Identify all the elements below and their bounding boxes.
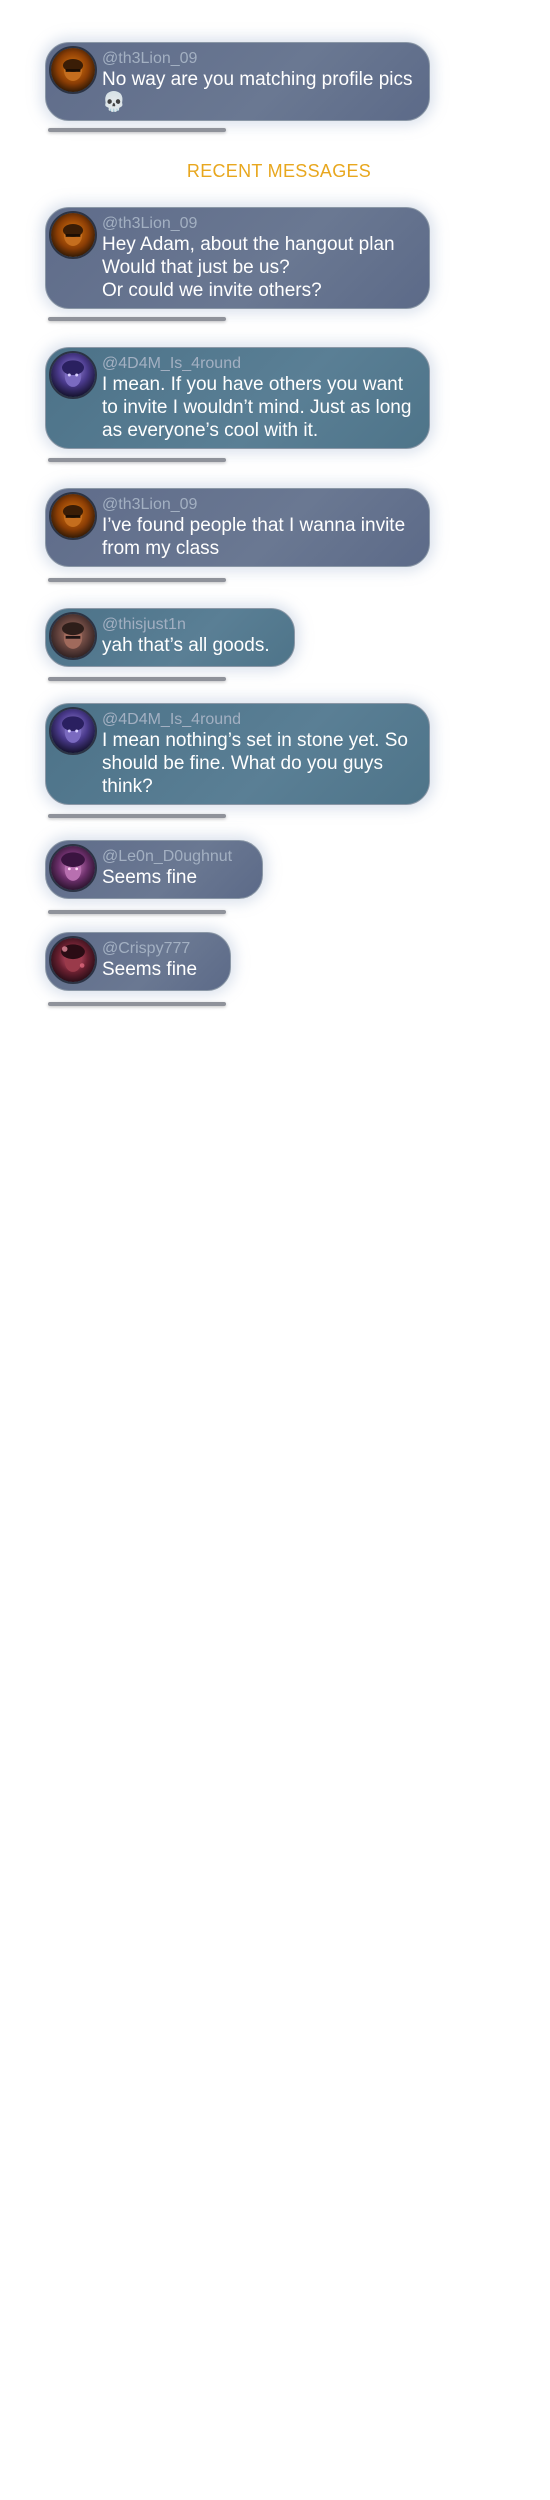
message-text: No way are you matching profile pics 💀 [102, 69, 413, 113]
message-item[interactable]: @Le0n_D0ughnut Seems fine [45, 840, 263, 899]
message-divider [48, 910, 226, 914]
message-username[interactable]: @4D4M_Is_4round [102, 355, 421, 373]
message-text: Seems fine [102, 867, 198, 888]
message-item[interactable]: @thisjust1n yah that’s all goods. [45, 608, 295, 667]
message-item[interactable]: @th3Lion_09 Hey Adam, about the hangout … [45, 207, 430, 309]
message-divider [48, 1002, 226, 1006]
message-item[interactable]: @Crispy777 Seems fine [45, 932, 231, 991]
message-divider [48, 814, 226, 818]
lion-avatar-icon[interactable] [49, 211, 97, 259]
message-text: yah that’s all goods. [102, 635, 270, 656]
message-username[interactable]: @th3Lion_09 [102, 496, 421, 514]
recent-messages-header: RECENT MESSAGES [186, 161, 372, 181]
message-divider [48, 458, 226, 462]
message-item[interactable]: @th3Lion_09 I’ve found people that I wan… [45, 488, 430, 567]
message-divider [48, 317, 226, 321]
message-username[interactable]: @th3Lion_09 [102, 50, 421, 68]
adam-avatar-icon[interactable] [49, 351, 97, 399]
message-divider [48, 128, 226, 132]
pinned-message[interactable]: @th3Lion_09 No way are you matching prof… [45, 42, 430, 121]
lion-avatar-icon[interactable] [49, 46, 97, 94]
lion-avatar-icon[interactable] [49, 492, 97, 540]
adam-avatar-icon[interactable] [49, 707, 97, 755]
crispy-avatar-icon[interactable] [49, 936, 97, 984]
message-text: Hey Adam, about the hangout plan Would t… [102, 234, 395, 301]
message-username[interactable]: @Le0n_D0ughnut [102, 848, 232, 866]
leon-avatar-icon[interactable] [49, 844, 97, 892]
message-text: I mean nothing’s set in stone yet. So sh… [102, 730, 408, 797]
justin-avatar-icon[interactable] [49, 612, 97, 660]
message-text: Seems fine [102, 959, 198, 980]
message-username[interactable]: @Crispy777 [102, 940, 197, 958]
message-username[interactable]: @th3Lion_09 [102, 215, 395, 233]
message-username[interactable]: @thisjust1n [102, 616, 270, 634]
chat-feed: @th3Lion_09 No way are you matching prof… [0, 0, 550, 2500]
message-item[interactable]: @4D4M_Is_4round I mean nothing’s set in … [45, 703, 430, 805]
message-text: I mean. If you have others you want to i… [102, 374, 412, 441]
message-username[interactable]: @4D4M_Is_4round [102, 711, 421, 729]
message-divider [48, 578, 226, 582]
message-item[interactable]: @4D4M_Is_4round I mean. If you have othe… [45, 347, 430, 449]
message-divider [48, 677, 226, 681]
message-text: I’ve found people that I wanna invite fr… [102, 515, 406, 559]
